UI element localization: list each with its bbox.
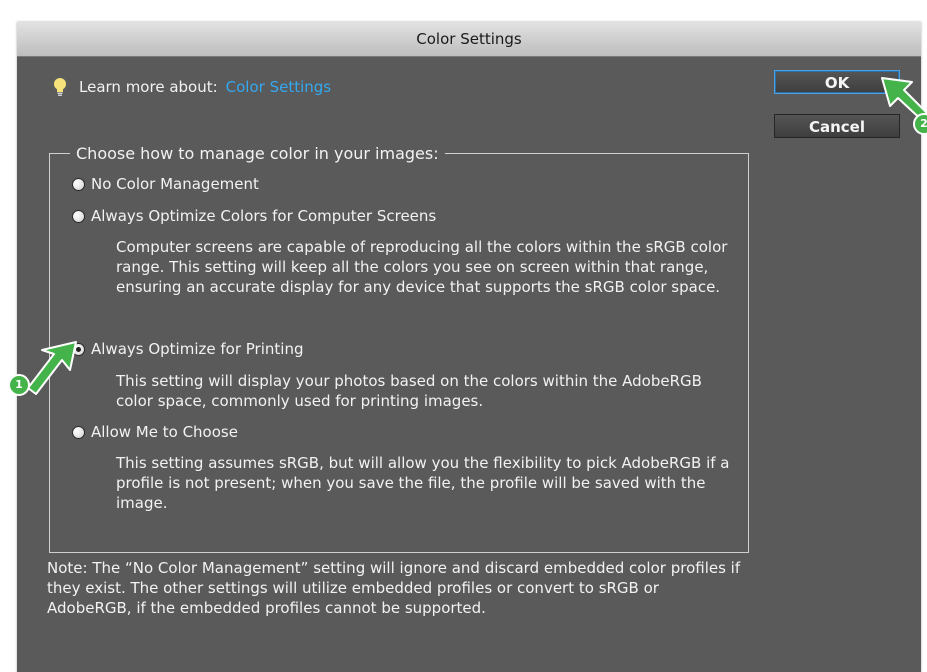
option-optimize-screens[interactable]: Always Optimize Colors for Computer Scre… bbox=[72, 206, 436, 226]
radio-optimize-screens[interactable] bbox=[72, 209, 85, 223]
color-settings-link[interactable]: Color Settings bbox=[226, 76, 331, 98]
radio-allow-me-to-choose[interactable] bbox=[72, 425, 85, 439]
dialog-title: Color Settings bbox=[17, 22, 921, 57]
learn-more-row: Learn more about: Color Settings bbox=[53, 76, 331, 98]
option-optimize-printing[interactable]: Always Optimize for Printing bbox=[72, 339, 303, 359]
note-text: Note: The “No Color Management” setting … bbox=[47, 559, 741, 617]
lightbulb-icon bbox=[54, 78, 66, 96]
option-label: Allow Me to Choose bbox=[91, 423, 238, 441]
option-no-color-management[interactable]: No Color Management bbox=[72, 174, 259, 194]
option-description: Computer screens are capable of reproduc… bbox=[116, 238, 728, 296]
color-management-group: Choose how to manage color in your image… bbox=[49, 144, 749, 553]
radio-no-color-management[interactable] bbox=[72, 177, 85, 191]
option-description: This setting assumes sRGB, but will allo… bbox=[116, 454, 730, 512]
option-allow-me-to-choose[interactable]: Allow Me to Choose bbox=[72, 422, 238, 442]
option-label: Always Optimize for Printing bbox=[91, 340, 304, 358]
learn-more-label: Learn more about: bbox=[79, 78, 218, 96]
color-settings-dialog: Color Settings Learn more about: Color S… bbox=[17, 22, 921, 672]
option-description: This setting will display your photos ba… bbox=[116, 372, 702, 410]
option-label: No Color Management bbox=[91, 175, 259, 193]
callout-arrow-1 bbox=[27, 341, 77, 395]
option-label: Always Optimize Colors for Computer Scre… bbox=[91, 207, 437, 225]
group-legend: Choose how to manage color in your image… bbox=[70, 144, 445, 164]
callout-badge-1: 1 bbox=[8, 374, 30, 396]
